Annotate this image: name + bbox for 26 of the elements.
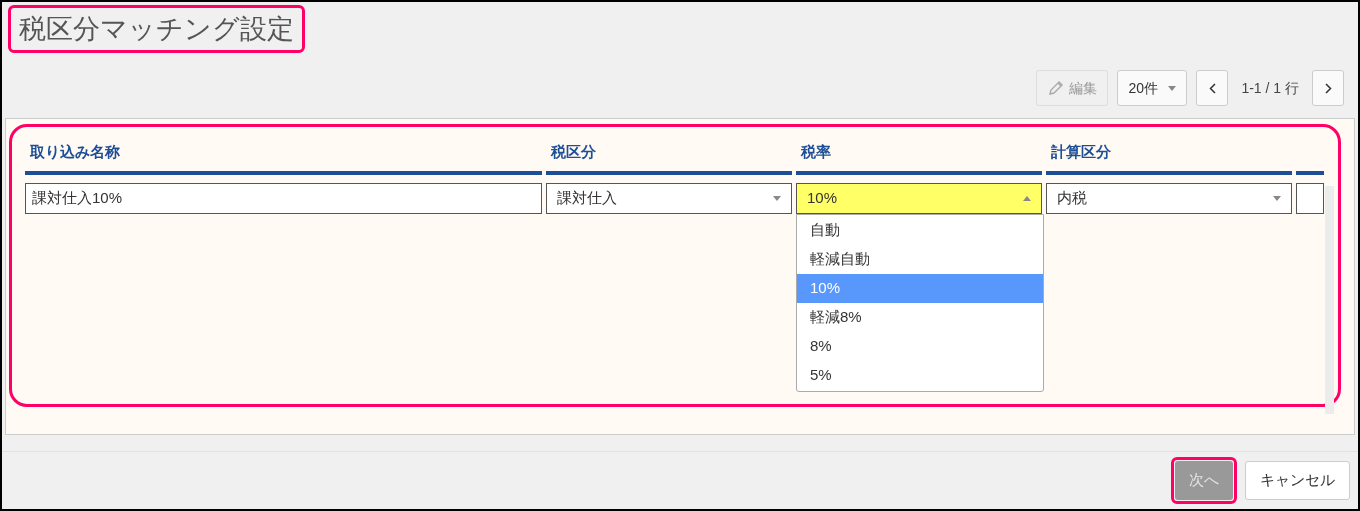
previous-page-button[interactable] (1196, 70, 1229, 106)
name-field[interactable]: 課対仕入10% (25, 183, 542, 214)
caret-down-icon (1168, 85, 1177, 91)
caret-down-icon (1273, 196, 1281, 201)
dropdown-option[interactable]: 軽減自動 (797, 245, 1043, 274)
select-field[interactable]: 10% (796, 183, 1042, 214)
dropdown-option[interactable]: 8% (797, 332, 1043, 361)
cancel-button[interactable]: キャンセル (1245, 461, 1350, 500)
caret-down-icon (773, 196, 781, 201)
caret-up-icon (1023, 196, 1031, 201)
column-header: 税区分 (546, 141, 792, 175)
chevron-left-icon (1208, 82, 1216, 94)
page-size-select[interactable]: 20件 (1117, 70, 1188, 106)
chevron-right-icon (1324, 82, 1332, 94)
column-header: 税率 (796, 141, 1042, 175)
pager-text: 1-1 / 1 行 (1240, 78, 1300, 98)
column-header: 計算区分 (1046, 141, 1292, 175)
page-title: 税区分マッチング設定 (8, 4, 305, 54)
select-field[interactable]: 内税 (1046, 183, 1292, 214)
next-page-button[interactable] (1312, 70, 1344, 106)
column-header: 取り込み名称 (25, 141, 542, 175)
dropdown-option[interactable]: 軽減8% (797, 303, 1043, 332)
dropdown-option[interactable]: 自動 (797, 216, 1043, 245)
dropdown-option[interactable]: 5% (797, 361, 1043, 390)
table-cell (1296, 183, 1324, 214)
select-field[interactable]: 課対仕入 (546, 183, 792, 214)
